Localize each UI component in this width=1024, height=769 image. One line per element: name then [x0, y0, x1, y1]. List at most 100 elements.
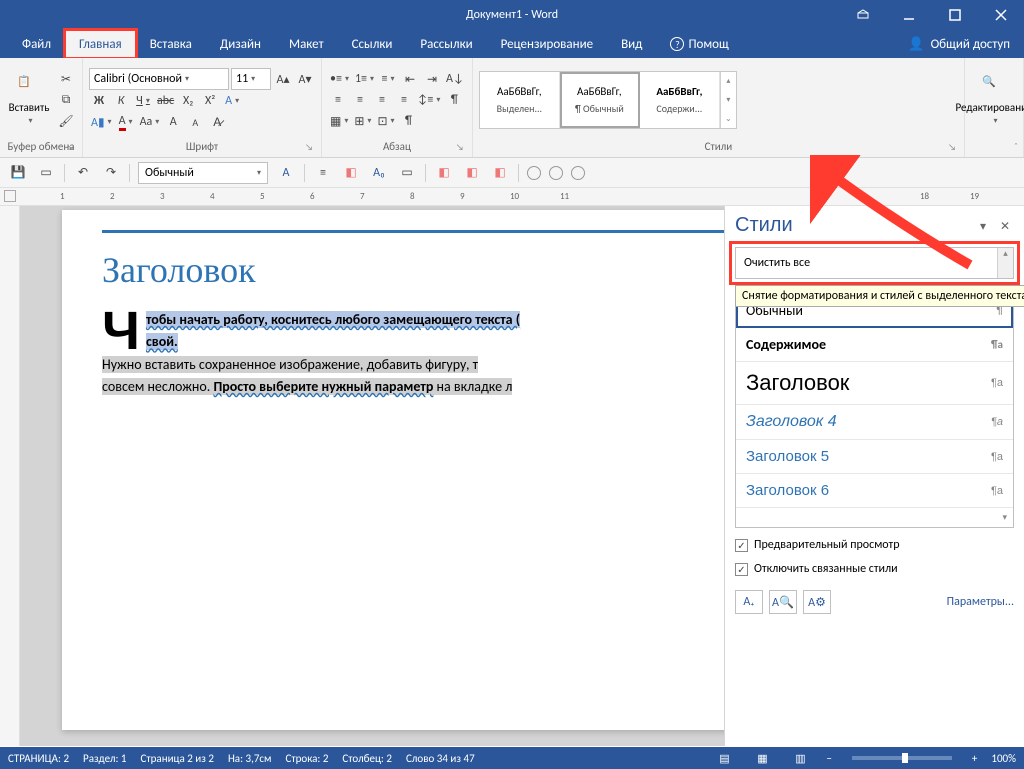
- tab-references[interactable]: Ссылки: [338, 30, 407, 58]
- close-icon[interactable]: [978, 0, 1024, 30]
- format3-icon[interactable]: ◧: [490, 163, 510, 183]
- tab-layout[interactable]: Макет: [275, 30, 338, 58]
- styles-gallery-more[interactable]: ▴▾⌄: [720, 72, 736, 128]
- italic-button[interactable]: К: [111, 91, 131, 111]
- collapse-ribbon-icon[interactable]: ˆ: [1014, 140, 1018, 153]
- style-item[interactable]: Заголовок 4¶a: [736, 405, 1013, 440]
- style-combo[interactable]: Обычный▾: [138, 162, 268, 184]
- align-right-icon[interactable]: ≡: [372, 90, 392, 110]
- clear-all-button[interactable]: Очистить все ▴: [735, 247, 1014, 279]
- tab-mailings[interactable]: Рассылки: [406, 30, 486, 58]
- eraser-icon[interactable]: ◧: [341, 163, 361, 183]
- change-case-icon[interactable]: Aa▾: [138, 112, 162, 132]
- format-painter-icon[interactable]: 🖌: [56, 111, 76, 131]
- strike-button[interactable]: abc: [155, 91, 176, 111]
- tab-home[interactable]: Главная: [65, 30, 136, 58]
- status-col[interactable]: Столбец: 2: [342, 752, 392, 765]
- highlight-icon[interactable]: A▮▾: [89, 112, 114, 132]
- subscript-button[interactable]: X₂: [178, 91, 198, 111]
- options-link[interactable]: Параметры...: [947, 595, 1014, 609]
- shading-icon[interactable]: ▦▾: [328, 111, 350, 131]
- multilevel-icon[interactable]: ≡▾: [378, 69, 398, 89]
- copy-icon[interactable]: ⧉: [56, 90, 76, 110]
- zoom-in-icon[interactable]: +: [972, 752, 977, 765]
- font-color-icon[interactable]: A▾: [116, 112, 136, 132]
- style-item[interactable]: Заголовок 6¶a: [736, 474, 1013, 508]
- status-words[interactable]: Слово 34 из 47: [406, 752, 475, 765]
- tab-view[interactable]: Вид: [607, 30, 656, 58]
- status-at[interactable]: На: 3,7см: [228, 752, 272, 765]
- redo-icon[interactable]: ↷: [101, 163, 121, 183]
- show-marks-icon[interactable]: ¶: [399, 111, 419, 131]
- disable-linked-checkbox[interactable]: ✓Отключить связанные стили: [735, 562, 1014, 576]
- style-tile[interactable]: АаБбВвГг, Содержи...: [640, 72, 720, 128]
- style-inspector-icon[interactable]: A🔍: [769, 590, 797, 614]
- font-size-combo[interactable]: 11▾: [231, 68, 271, 90]
- dialog-launcher-icon[interactable]: ↘: [456, 142, 464, 153]
- pane-menu-icon[interactable]: ▾: [974, 217, 992, 235]
- tab-design[interactable]: Дизайн: [206, 30, 275, 58]
- scroll-down-icon[interactable]: ▾: [736, 508, 1013, 527]
- pilcrow-icon[interactable]: ¶: [444, 90, 464, 110]
- zoom-slider[interactable]: [852, 756, 952, 760]
- grow-font-icon[interactable]: A▴: [273, 69, 293, 89]
- font-name-combo[interactable]: Calibri (Основной▾: [89, 68, 229, 90]
- style-item[interactable]: Заголовок 5¶a: [736, 440, 1013, 474]
- circle-icon-3[interactable]: [571, 166, 585, 180]
- minimize-icon[interactable]: [886, 0, 932, 30]
- format-icon[interactable]: ◧: [434, 163, 454, 183]
- cut-icon[interactable]: ✂: [56, 69, 76, 89]
- pane-close-icon[interactable]: ✕: [996, 217, 1014, 235]
- borders2-icon[interactable]: ⊡▾: [375, 111, 396, 131]
- sort-icon[interactable]: A↓: [444, 69, 466, 89]
- view-read-icon[interactable]: ▤: [712, 749, 736, 767]
- tab-insert[interactable]: Вставка: [136, 30, 206, 58]
- tab-help[interactable]: ?Помощ: [656, 30, 742, 58]
- new-style-icon[interactable]: A₊: [735, 590, 763, 614]
- maximize-icon[interactable]: [932, 0, 978, 30]
- zoom-value[interactable]: 100%: [991, 752, 1016, 765]
- indent-dec-icon[interactable]: ⇤: [400, 69, 420, 89]
- format2-icon[interactable]: ◧: [462, 163, 482, 183]
- view-print-icon[interactable]: ▦: [750, 749, 774, 767]
- new-doc-icon[interactable]: ▭: [36, 163, 56, 183]
- dialog-launcher-icon[interactable]: ↘: [305, 142, 313, 153]
- indent-inc-icon[interactable]: ⇥: [422, 69, 442, 89]
- shrink-font-icon[interactable]: A▾: [295, 69, 315, 89]
- undo-icon[interactable]: ↶: [73, 163, 93, 183]
- status-page-of[interactable]: Страница 2 из 2: [141, 752, 214, 765]
- paste-button[interactable]: 📋 Вставить▾: [6, 60, 52, 140]
- scroll-up-icon[interactable]: ▴: [997, 248, 1013, 278]
- bullets-icon[interactable]: •≡▾: [328, 69, 351, 89]
- tab-selector-icon[interactable]: [4, 190, 16, 202]
- zoom-out-icon[interactable]: −: [826, 752, 831, 765]
- ruler-vertical[interactable]: [0, 206, 20, 746]
- styles-gallery[interactable]: АаБбВвГг, Выделен... АаБбВвГг, ¶ Обычный…: [479, 71, 737, 129]
- status-section[interactable]: Раздел: 1: [83, 752, 126, 765]
- dialog-launcher-icon[interactable]: ↘: [66, 142, 74, 153]
- preview-checkbox[interactable]: ✓Предварительный просмотр: [735, 538, 1014, 552]
- borders-icon[interactable]: ⊞▾: [352, 111, 373, 131]
- style-item[interactable]: Заголовок¶a: [736, 362, 1013, 405]
- text-effects-icon[interactable]: A▾: [222, 91, 242, 111]
- style-tile[interactable]: АаБбВвГг, Выделен...: [480, 72, 560, 128]
- shrink-font2-icon[interactable]: A: [185, 112, 205, 132]
- line-spacing-icon[interactable]: ↕≡▾: [416, 90, 442, 110]
- ruler-horizontal[interactable]: 12345678910111819: [0, 188, 1024, 206]
- apply-icon[interactable]: A₀: [369, 163, 389, 183]
- bold-button[interactable]: Ж: [89, 91, 109, 111]
- share-button[interactable]: 👤Общий доступ: [894, 30, 1024, 58]
- style-tile[interactable]: АаБбВвГг, ¶ Обычный: [560, 72, 640, 128]
- status-page[interactable]: СТРАНИЦА: 2: [8, 752, 69, 765]
- manage-styles-icon[interactable]: A⚙: [803, 590, 831, 614]
- tab-review[interactable]: Рецензирование: [487, 30, 607, 58]
- underline-button[interactable]: Ч▾: [133, 91, 153, 111]
- justify-icon[interactable]: ≡: [394, 90, 414, 110]
- circle-icon-1[interactable]: [527, 166, 541, 180]
- save-icon[interactable]: 💾: [8, 163, 28, 183]
- style-item[interactable]: Содержимое¶a: [736, 328, 1013, 362]
- align-left-icon[interactable]: ≡: [328, 90, 348, 110]
- tab-file[interactable]: Файл: [8, 30, 65, 58]
- dialog-launcher-icon[interactable]: ↘: [948, 142, 956, 153]
- ribbon-display-icon[interactable]: [840, 0, 886, 30]
